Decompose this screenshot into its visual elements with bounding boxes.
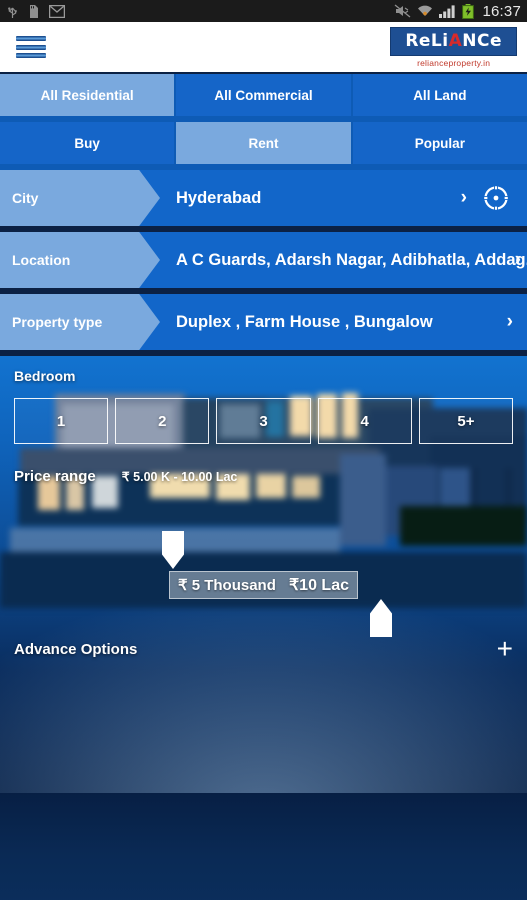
- price-slider-max-label: ₹10 Lac: [289, 577, 349, 594]
- city-selector-row[interactable]: City Hyderabad ›: [0, 170, 527, 226]
- status-bar-left-icons: [6, 4, 65, 19]
- brand-logo-box: ReLiANCe: [390, 26, 517, 56]
- chevron-right-icon: ›: [506, 311, 513, 332]
- brand-wordmark-part2: NCe: [462, 30, 502, 51]
- bedroom-option-1[interactable]: 1: [14, 398, 109, 444]
- tab-all-residential[interactable]: All Residential: [0, 74, 175, 116]
- price-slider-track[interactable]: ₹ 5 Thousand ₹10 Lac: [169, 571, 358, 599]
- status-bar-right-icons: 16:37: [394, 3, 521, 20]
- status-bar: 16:37: [0, 0, 527, 22]
- advance-options-label: Advance Options: [14, 640, 138, 658]
- bedroom-options: 1 2 3 4 5+: [14, 398, 514, 444]
- mute-vibrate-icon: [395, 4, 411, 18]
- price-slider-max-handle[interactable]: [370, 599, 392, 637]
- property-type-value: Duplex , Farm House , Bungalow: [176, 312, 433, 331]
- property-type-label: Property type: [0, 294, 160, 350]
- battery-icon: [462, 3, 475, 19]
- location-label: Location: [0, 232, 160, 288]
- tab-all-commercial[interactable]: All Commercial: [176, 74, 351, 116]
- plus-expand-icon[interactable]: +: [497, 635, 513, 663]
- brand-wordmark-part1: ReLi: [405, 30, 449, 51]
- brand-logo: ReLiANCe relianceproperty.in: [390, 26, 517, 68]
- app-header: ReLiANCe relianceproperty.in: [0, 22, 527, 72]
- location-selector-row[interactable]: Location A C Guards, Adarsh Nagar, Adibh…: [0, 232, 527, 288]
- property-type-selector-row[interactable]: Property type Duplex , Farm House , Bung…: [0, 294, 527, 350]
- price-range-summary: ₹ 5.00 K - 10.00 Lac: [121, 470, 238, 484]
- bedroom-option-4[interactable]: 4: [317, 398, 412, 444]
- brand-wordmark-accent: A: [448, 30, 463, 51]
- wifi-icon: [418, 5, 433, 17]
- price-range-header: Price range ₹ 5.00 K - 10.00 Lac: [14, 468, 513, 485]
- price-range-label: Price range: [14, 468, 96, 485]
- price-range-slider[interactable]: ₹ 5 Thousand ₹10 Lac: [14, 503, 513, 637]
- bedroom-label: Bedroom: [14, 368, 76, 384]
- bedroom-option-2[interactable]: 2: [115, 398, 210, 444]
- price-slider-min-label: ₹ 5 Thousand: [178, 577, 276, 594]
- panel-content: Bedroom 1 2 3 4 5+ Price range ₹ 5.00 K …: [0, 356, 527, 637]
- tab-all-land[interactable]: All Land: [352, 74, 527, 116]
- app-screen: 16:37 ReLiANCe relianceproperty.in All R…: [0, 0, 527, 900]
- brand-subtitle: relianceproperty.in: [417, 57, 491, 68]
- tab-rent[interactable]: Rent: [176, 122, 351, 164]
- deal-tabs: Buy Rent Popular: [0, 122, 527, 164]
- advance-options-row[interactable]: Advance Options +: [0, 634, 527, 664]
- category-tabs: All Residential All Commercial All Land: [0, 74, 527, 116]
- city-label: City: [0, 170, 160, 226]
- gps-target-icon[interactable]: [481, 183, 511, 213]
- bedroom-option-3[interactable]: 3: [216, 398, 311, 444]
- price-slider-min-handle[interactable]: [162, 531, 184, 569]
- usb-icon: [8, 6, 17, 18]
- bedroom-option-5plus[interactable]: 5+: [418, 398, 514, 444]
- signal-icon: [439, 5, 456, 18]
- city-value: Hyderabad: [176, 188, 262, 207]
- hamburger-menu-icon[interactable]: [16, 36, 46, 58]
- gmail-icon: [49, 4, 65, 18]
- status-bar-clock: 16:37: [482, 2, 521, 20]
- tab-popular[interactable]: Popular: [352, 122, 527, 164]
- panel-lower-fill: [0, 793, 527, 900]
- chevron-right-icon: ›: [514, 249, 521, 270]
- location-value: A C Guards, Adarsh Nagar, Adibhatla, Add…: [176, 250, 527, 269]
- sd-card-icon: [30, 4, 38, 18]
- brand-wordmark: ReLiANCe: [405, 31, 502, 51]
- filters-panel: Bedroom 1 2 3 4 5+ Price range ₹ 5.00 K …: [0, 356, 527, 793]
- tab-buy[interactable]: Buy: [0, 122, 175, 164]
- chevron-right-icon: ›: [460, 187, 467, 208]
